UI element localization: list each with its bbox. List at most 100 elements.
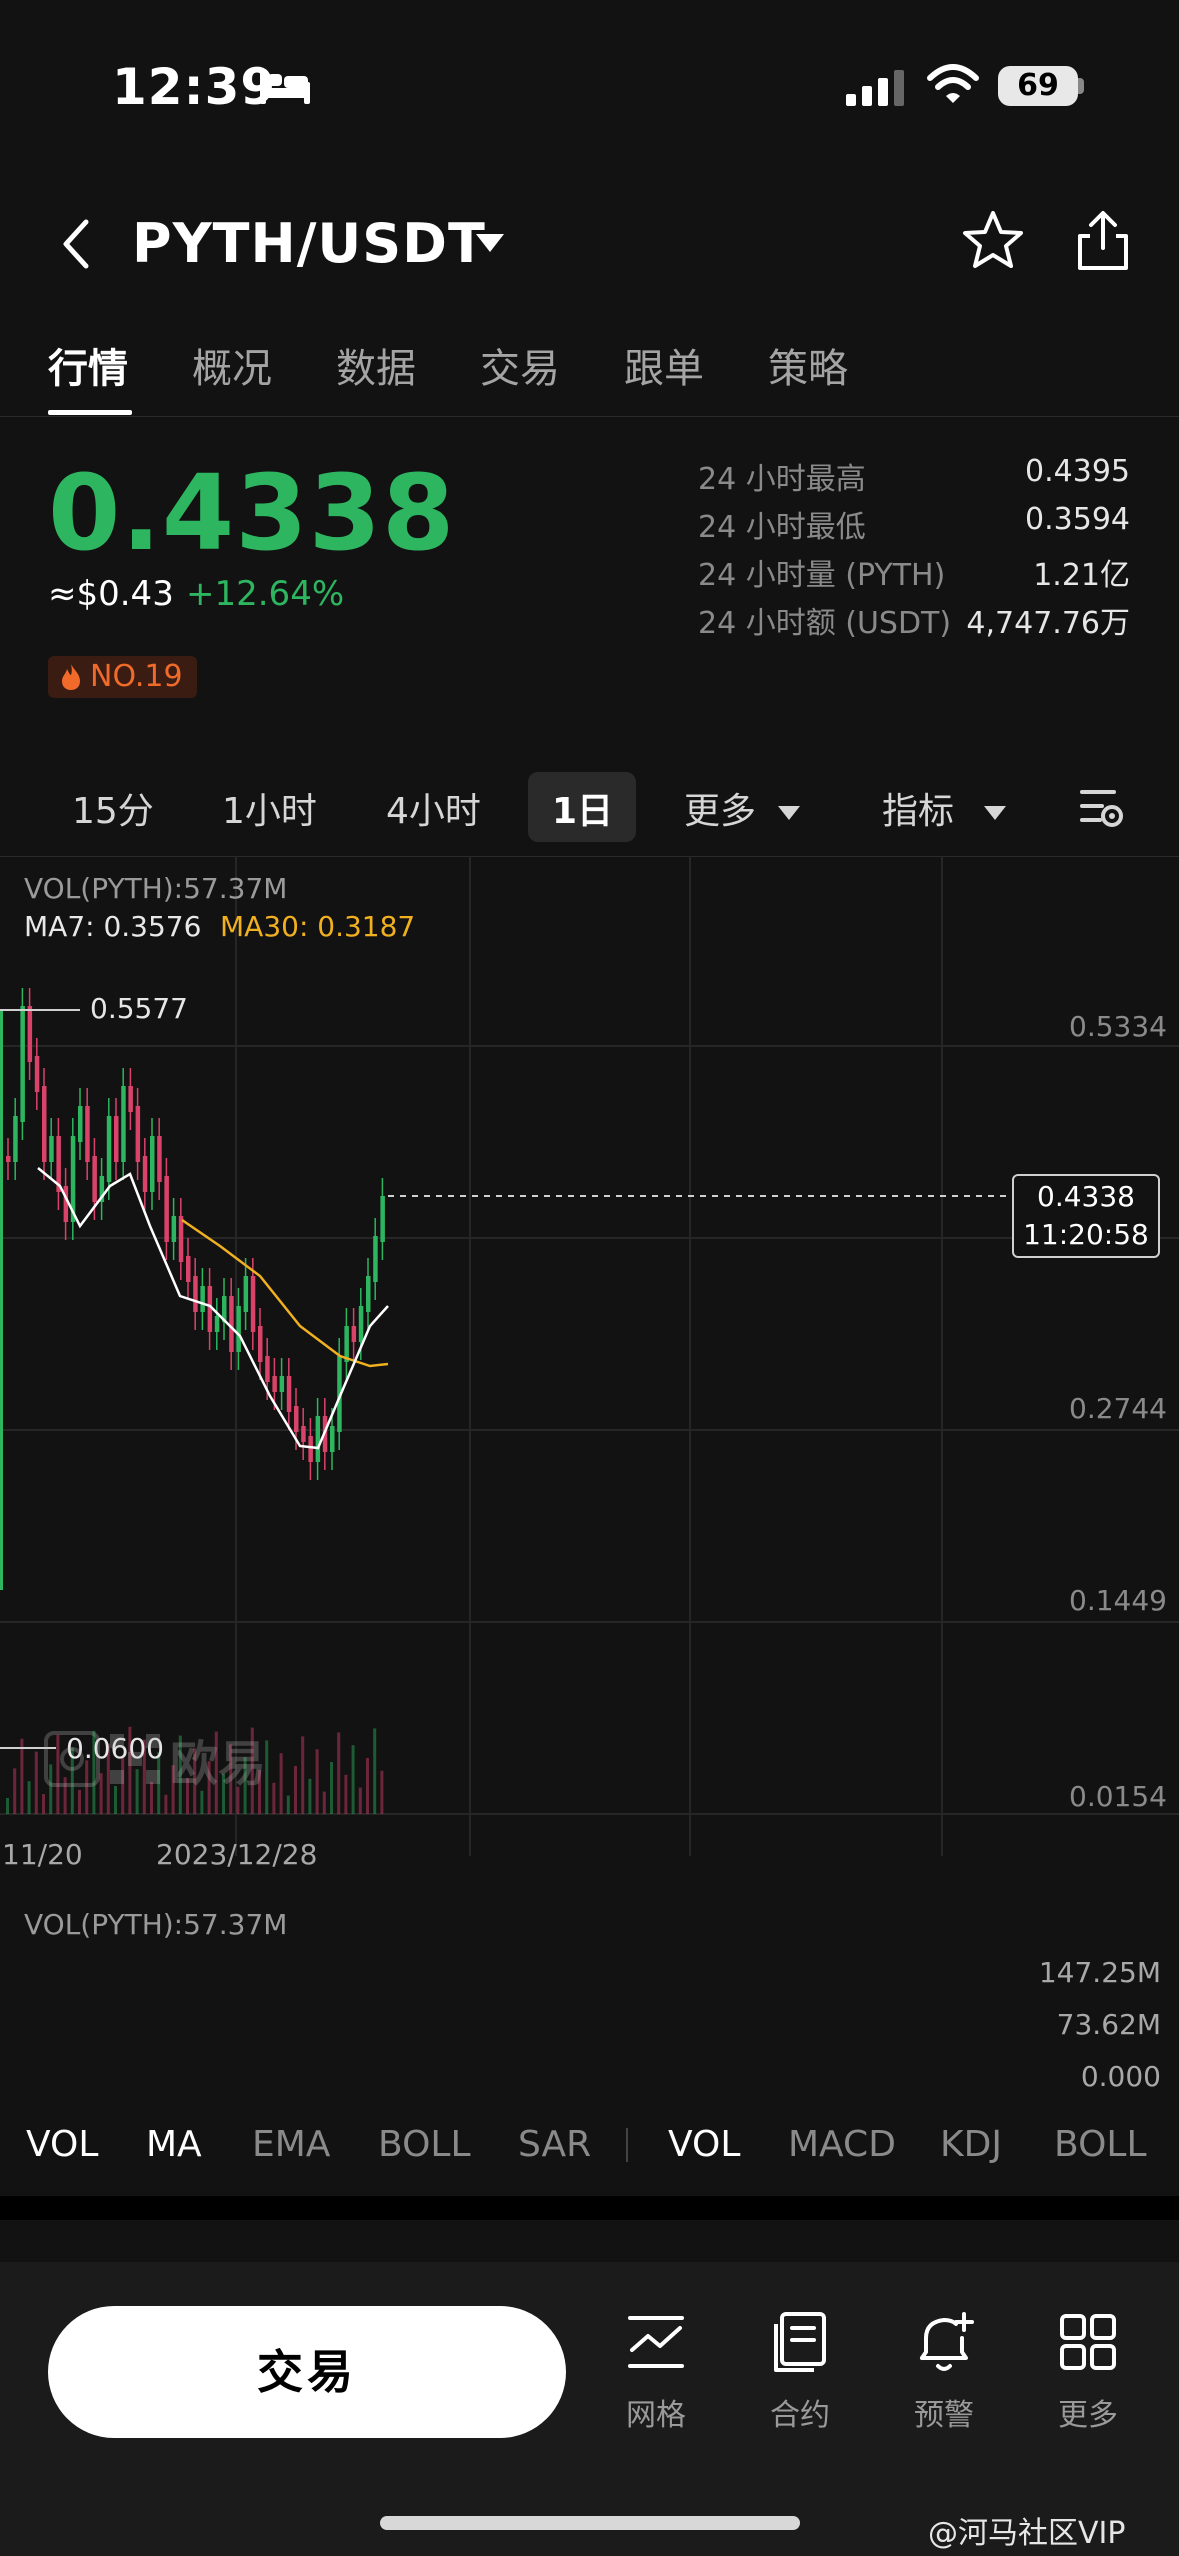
- fire-icon: [62, 664, 80, 690]
- candle-body: [121, 1086, 126, 1162]
- x-axis-tick: 11/20: [2, 1838, 83, 1871]
- tab-strategy[interactable]: 策略: [768, 336, 848, 394]
- y-axis-tick: 0.1449: [1069, 1584, 1167, 1617]
- indicator-main-boll[interactable]: BOLL: [378, 2124, 471, 2165]
- timeframe-more[interactable]: 更多: [684, 782, 801, 834]
- volume-bar: [42, 1794, 45, 1814]
- favorite-star-icon[interactable]: [960, 208, 1026, 274]
- x-axis-tick: 2023/12/28: [156, 1838, 318, 1871]
- candle-body: [49, 1136, 54, 1162]
- tab-market[interactable]: 行情: [48, 336, 128, 394]
- candle-body: [301, 1426, 306, 1442]
- alert-button[interactable]: 预警: [894, 2310, 994, 2434]
- stat-label: 24 小时最低: [698, 510, 866, 545]
- tab-data[interactable]: 数据: [336, 336, 416, 394]
- pair-title[interactable]: PYTH/USDT: [132, 212, 486, 275]
- volume-bar: [344, 1774, 348, 1814]
- usd-price: ≈$0.43: [48, 574, 174, 614]
- chart-settings-icon[interactable]: [1078, 786, 1124, 830]
- timeframe-1d[interactable]: 1日: [552, 782, 613, 834]
- candle-body: [128, 1086, 133, 1112]
- futures-button[interactable]: 合约: [750, 2310, 850, 2434]
- candle-body: [214, 1316, 220, 1332]
- candle-body: [13, 1116, 18, 1162]
- timeframe-1h[interactable]: 1小时: [222, 782, 317, 834]
- volume-bar: [337, 1732, 341, 1814]
- cellular-signal-icon: [846, 70, 904, 106]
- chart-legend-ma7: MA7: 0.3576: [24, 910, 202, 943]
- home-indicator[interactable]: [380, 2516, 800, 2530]
- volume-bar: [330, 1762, 333, 1814]
- volume-bar: [315, 1749, 319, 1814]
- indicator-main-ma[interactable]: MA: [146, 2124, 202, 2165]
- okx-mark-icon: [110, 1734, 160, 1784]
- active-tab-indicator: [48, 410, 132, 415]
- tab-trade[interactable]: 交易: [480, 336, 560, 394]
- candle-body: [351, 1326, 357, 1342]
- timeframe-4h[interactable]: 4小时: [386, 782, 481, 834]
- volume-bar: [294, 1766, 297, 1814]
- candle-body: [294, 1406, 299, 1432]
- timeframe-15m[interactable]: 15分: [72, 782, 154, 834]
- grid-bot-button[interactable]: 网格: [606, 2310, 706, 2434]
- candle-body: [20, 1006, 25, 1122]
- candle-body: [358, 1306, 364, 1342]
- volume-axis-tick: 73.62M: [1056, 2008, 1161, 2041]
- change-percent: +12.64%: [186, 574, 345, 614]
- trade-button[interactable]: 交易: [48, 2306, 566, 2438]
- indicator-main-sar[interactable]: SAR: [518, 2124, 591, 2165]
- indicator-sub-boll[interactable]: BOLL: [1054, 2124, 1147, 2165]
- candle-countdown: 11:20:58: [1023, 1218, 1149, 1251]
- volume-bar: [380, 1770, 384, 1814]
- current-price-tag[interactable]: 0.4338 11:20:58: [1012, 1174, 1160, 1258]
- stat-value: 0.3594: [1025, 502, 1130, 537]
- back-arrow-icon[interactable]: [56, 216, 96, 272]
- indicator-sub-macd[interactable]: MACD: [788, 2124, 896, 2165]
- indicator-dropdown[interactable]: 指标: [882, 782, 1007, 834]
- candle-body: [78, 1106, 83, 1142]
- indicator-sub-vol[interactable]: VOL: [668, 2124, 740, 2165]
- ma7-line: [37, 1167, 389, 1450]
- y-axis-tick: 0.2744: [1069, 1392, 1167, 1425]
- chevron-down-icon[interactable]: [474, 232, 506, 254]
- tab-overview[interactable]: 概况: [192, 336, 272, 394]
- grid-trading-icon: [628, 2316, 684, 2368]
- volume-bar: [200, 1790, 204, 1814]
- candle-body: [308, 1436, 313, 1462]
- current-price-tag-value: 0.4338: [1037, 1180, 1135, 1213]
- candle-body: [114, 1116, 119, 1162]
- candle-body: [330, 1426, 335, 1452]
- volume-axis-tick: 147.25M: [1038, 1956, 1161, 1989]
- volume-bar: [6, 1798, 9, 1814]
- candle-body: [272, 1376, 277, 1392]
- candle-body: [150, 1136, 155, 1192]
- stat-value: 1.21亿: [1033, 558, 1130, 593]
- indicator-sub-kdj[interactable]: KDJ: [940, 2124, 1002, 2165]
- volume-bar: [27, 1781, 31, 1814]
- tab-copy-trading[interactable]: 跟单: [624, 336, 704, 394]
- high-candle: [0, 1010, 3, 1590]
- candle-body: [250, 1276, 256, 1332]
- candle-body: [186, 1256, 191, 1282]
- sleep-focus-icon: [260, 70, 310, 104]
- candle-body: [286, 1376, 292, 1412]
- candle-body: [171, 1216, 177, 1242]
- tab-divider: [0, 416, 1179, 417]
- rank-badge[interactable]: NO.19: [48, 656, 197, 698]
- chevron-down-icon: [984, 806, 1007, 820]
- volume-bar: [322, 1791, 326, 1814]
- stat-label: 24 小时额 (USDT): [698, 606, 952, 641]
- more-button[interactable]: 更多: [1038, 2310, 1138, 2434]
- indicator-main-vol[interactable]: VOL: [26, 2124, 98, 2165]
- indicator-main-ema[interactable]: EMA: [252, 2124, 330, 2165]
- share-icon[interactable]: [1072, 208, 1134, 274]
- chevron-down-icon: [778, 806, 801, 820]
- volume-panel-legend: VOL(PYTH):57.37M: [24, 1908, 288, 1941]
- candle-body: [85, 1106, 90, 1162]
- status-time: 12:39: [112, 58, 277, 116]
- okx-logo-icon: [44, 1731, 100, 1787]
- indicator-separator: [626, 2128, 628, 2162]
- last-price: 0.4338: [48, 452, 456, 574]
- y-axis-tick: 0.5334: [1069, 1010, 1167, 1043]
- more-label: 更多: [1058, 2398, 1118, 2433]
